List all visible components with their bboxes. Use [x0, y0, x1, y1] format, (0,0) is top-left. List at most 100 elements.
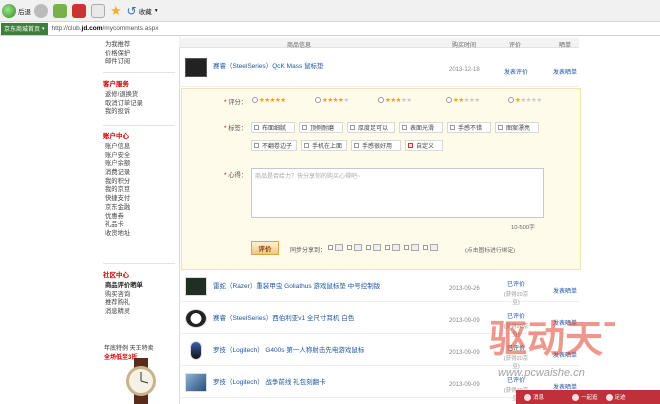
- tag-option[interactable]: 手感不错: [447, 122, 491, 133]
- sidebar-item-active[interactable]: 商品评价晒单: [105, 282, 143, 291]
- write-review-link[interactable]: 发表评价: [501, 67, 531, 76]
- product-thumbnail[interactable]: [185, 373, 207, 392]
- char-count-hint: 10-500字: [511, 225, 535, 231]
- home-icon: [91, 3, 105, 18]
- tag-option[interactable]: 厚度足可以: [347, 122, 395, 133]
- checkbox-icon: [254, 143, 259, 148]
- sidebar-item[interactable]: 优惠券: [105, 213, 130, 222]
- stars-icon: ★★★★★: [515, 97, 542, 104]
- checkbox-icon: [354, 143, 359, 148]
- divider: [103, 125, 175, 126]
- show-order-link[interactable]: 发表晒单: [553, 286, 577, 295]
- tags-label: * 标签：: [224, 125, 248, 132]
- browse-together-button[interactable]: 一起逛: [572, 393, 598, 401]
- product-thumbnail[interactable]: [185, 309, 207, 328]
- back-button[interactable]: 后退: [2, 2, 31, 20]
- sidebar-item[interactable]: 消息精灵: [105, 308, 143, 317]
- forward-button[interactable]: [34, 2, 50, 20]
- score-option-2[interactable]: ★★★★★: [446, 96, 480, 104]
- product-name[interactable]: 雷蛇（Razer）重装甲虫 Goliathus 游戏鼠标垫 中号控制版: [213, 280, 380, 290]
- share-checkbox[interactable]: [385, 245, 390, 250]
- sidebar-item[interactable]: 返修/退换货: [105, 91, 143, 100]
- refresh-button[interactable]: [53, 2, 69, 20]
- footprint-icon: [605, 393, 613, 401]
- submit-review-button[interactable]: 评价: [251, 241, 279, 255]
- favorites-button[interactable]: ↺ 收藏 ▼: [127, 2, 159, 20]
- purchase-date: 2013-09-26: [449, 286, 480, 292]
- messages-button[interactable]: 消息: [524, 393, 544, 401]
- tag-option[interactable]: 图案漂亮: [495, 122, 539, 133]
- stop-button[interactable]: [72, 2, 88, 20]
- table-row: 赛睿（SteelSeries）QcK Mass 鼠标垫 2013-12-18 发…: [179, 49, 579, 87]
- site-tab-label: 京东商城首页: [4, 27, 41, 33]
- tag-option[interactable]: 手机在上面: [301, 140, 347, 151]
- radio-icon: [446, 97, 452, 103]
- tag-option[interactable]: 顶侧耐磨: [299, 122, 343, 133]
- share-checkbox[interactable]: [423, 245, 428, 250]
- share-renren-icon[interactable]: [373, 244, 381, 251]
- site-tab[interactable]: 京东商城首页 ▾: [1, 22, 48, 35]
- tag-option[interactable]: 不翻卷边子: [251, 140, 297, 151]
- table-row: 雷蛇（Razer）重装甲虫 Goliathus 游戏鼠标垫 中号控制版 2013…: [179, 271, 579, 306]
- sidebar-item[interactable]: 我的京豆: [105, 186, 130, 195]
- star-button[interactable]: ★: [110, 2, 124, 20]
- score-option-5[interactable]: ★★★★★: [252, 96, 286, 104]
- tag-option[interactable]: 布面细腻: [251, 122, 295, 133]
- sidebar-item[interactable]: 消费记录: [105, 169, 130, 178]
- back-arrow-icon: [2, 3, 16, 18]
- checkbox-icon: [302, 125, 307, 130]
- score-label: * 评分：: [224, 99, 248, 106]
- favorites-label: 收藏: [138, 8, 152, 16]
- product-thumbnail[interactable]: [190, 341, 202, 360]
- score-option-1[interactable]: ★★★★★: [508, 96, 542, 104]
- footprint-button[interactable]: 足迹: [605, 393, 626, 401]
- show-order-link[interactable]: 发表晒单: [553, 67, 577, 76]
- share-douban-icon[interactable]: [411, 244, 419, 251]
- url-path: /mycomments.aspx: [102, 25, 159, 32]
- url-text[interactable]: http://club.jd.com/mycomments.aspx: [52, 25, 159, 32]
- stop-icon: [72, 3, 86, 18]
- tag-custom-option[interactable]: 自定义: [405, 140, 443, 151]
- floating-toolbar: 消息 一起逛 足迹: [516, 390, 660, 404]
- share-qzone-icon[interactable]: [354, 244, 362, 251]
- tag-option[interactable]: 表面光滑: [399, 122, 443, 133]
- share-checkbox[interactable]: [328, 245, 333, 250]
- sidebar-item[interactable]: 礼品卡: [105, 221, 130, 230]
- share-checkbox[interactable]: [347, 245, 352, 250]
- sidebar-item[interactable]: 我的投诉: [105, 108, 143, 117]
- dropdown-icon: ▾: [42, 25, 45, 32]
- product-thumbnail[interactable]: [185, 277, 207, 296]
- review-textarea[interactable]: 商品是否给力？快分享你的购买心得吧~: [251, 168, 544, 218]
- sidebar-item[interactable]: 快捷支付: [105, 195, 130, 204]
- divider: [103, 72, 175, 73]
- product-name[interactable]: 赛睿（SteelSeries）西伯利亚v1 全尺寸耳机 白色: [213, 312, 354, 322]
- sidebar-item[interactable]: 账户余额: [105, 160, 130, 169]
- share-kaixin-icon[interactable]: [392, 244, 400, 251]
- sidebar-item[interactable]: 账户信息: [105, 143, 130, 152]
- back-label: 后退: [18, 8, 31, 16]
- share-weibo-icon[interactable]: [335, 244, 343, 251]
- sidebar-item[interactable]: 推荐购礼: [105, 299, 143, 308]
- sidebar-heading: 社区中心: [103, 272, 129, 279]
- tag-option[interactable]: 手感很好用: [351, 140, 401, 151]
- watch-ad-image[interactable]: [118, 358, 164, 404]
- product-name[interactable]: 罗技（Logitech） 战争前线 礼包刻翻卡: [213, 376, 326, 386]
- product-thumbnail[interactable]: [185, 58, 207, 77]
- home-button[interactable]: [91, 2, 107, 20]
- review-placeholder: 商品是否给力？快分享你的购买心得吧~: [255, 174, 361, 180]
- sidebar-item[interactable]: 京东金融: [105, 204, 130, 213]
- sidebar-item[interactable]: 为我推荐: [105, 41, 130, 50]
- sidebar-item[interactable]: 邮件订阅: [105, 58, 130, 67]
- product-name[interactable]: 罗技（Logitech） G400s 第一人称射击先电游戏鼠标: [213, 344, 364, 354]
- address-bar[interactable]: 京东商城首页 ▾ http://club.jd.com/mycomments.a…: [0, 22, 660, 36]
- review-form: * 评分： ★★★★★ ★★★★★ ★★★★★ ★★★★★ ★★★★★ * 标签…: [181, 88, 581, 270]
- product-name[interactable]: 赛睿（SteelSeries）QcK Mass 鼠标垫: [213, 60, 324, 70]
- radio-icon: [508, 97, 514, 103]
- score-option-3[interactable]: ★★★★★: [378, 96, 412, 104]
- share-checkbox[interactable]: [404, 245, 409, 250]
- share-checkbox[interactable]: [366, 245, 371, 250]
- share-tqq-icon[interactable]: [430, 244, 438, 251]
- url-prefix: http://club.: [51, 25, 82, 32]
- sidebar-item[interactable]: 收货地址: [105, 230, 130, 239]
- score-option-4[interactable]: ★★★★★: [315, 96, 349, 104]
